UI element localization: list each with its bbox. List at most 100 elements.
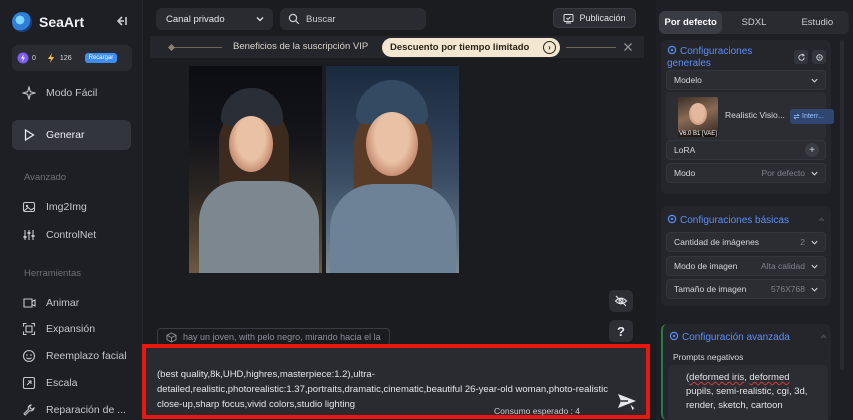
gear-icon — [669, 331, 679, 341]
generated-image-1[interactable] — [189, 66, 322, 273]
play-icon — [24, 128, 35, 142]
collapse-sidebar-icon[interactable] — [114, 14, 128, 28]
section-avanzado: Avanzado — [24, 172, 67, 183]
mode-value: Por defecto — [761, 168, 805, 178]
nav-label: Animar — [46, 297, 80, 309]
send-icon[interactable] — [615, 389, 639, 413]
nav-escala[interactable]: Escala — [12, 368, 131, 398]
model-card[interactable]: V6.0 B1 [VAE] Realistic Visio... Interr.… — [666, 92, 834, 140]
model-thumbnail: V6.0 B1 [VAE] — [678, 97, 718, 137]
refresh-button[interactable] — [794, 50, 808, 64]
gear-icon — [667, 214, 677, 224]
credits-box: 0 126 Recargar — [12, 45, 132, 71]
nav-expansion[interactable]: Expansión — [12, 314, 131, 344]
add-lora-icon[interactable]: + — [805, 143, 819, 157]
nav-label: Expansión — [46, 323, 96, 335]
right-panel-scrollbar[interactable] — [840, 40, 844, 370]
image-count-value: 2 — [800, 237, 805, 247]
vip-discount-button[interactable]: Descuento por tiempo limitado › — [382, 38, 560, 57]
sweater-shape — [330, 184, 456, 273]
recharge-button[interactable]: Recargar — [84, 53, 118, 63]
help-button[interactable]: ? — [609, 320, 633, 342]
nav-label: Generar — [46, 129, 85, 141]
model-version-tag: V6.0 B1 [VAE] — [678, 131, 718, 137]
publish-label: Publicación — [579, 13, 626, 23]
nav-controlnet[interactable]: ControlNet — [12, 220, 131, 250]
face-icon — [22, 349, 36, 363]
publish-button[interactable]: Publicación — [553, 8, 636, 28]
chevron-up-icon[interactable] — [819, 332, 828, 341]
vip-cta-label: Descuento por tiempo limitado — [390, 42, 530, 53]
chevron-down-icon — [256, 17, 264, 22]
model-name: Realistic Visio... — [725, 110, 785, 120]
vip-divider-left — [172, 47, 222, 48]
face-shape — [366, 112, 418, 176]
chevron-down-icon — [811, 171, 818, 176]
negative-prompt-input[interactable]: (deformed iris, deformed pupils, semi-re… — [668, 365, 828, 420]
image-mode-row[interactable]: Modo de imagen Alta calidad — [666, 256, 826, 276]
preset-tabs: Por defecto SDXL Estudio — [659, 11, 849, 34]
diamond-icon — [168, 44, 175, 51]
negative-prompt-text[interactable]: (deformed iris, deformed pupils, semi-re… — [686, 371, 816, 413]
advanced-title-text: Configuración avanzada — [682, 332, 790, 343]
model-header-row[interactable]: Modelo — [666, 70, 826, 90]
channel-select[interactable]: Canal privado — [156, 8, 273, 30]
settings-button[interactable] — [812, 50, 826, 64]
sweater-shape — [199, 181, 319, 273]
image-size-row[interactable]: Tamaño de imagen 576X768 — [666, 279, 826, 299]
scale-icon — [22, 376, 36, 390]
basic-settings-card: Configuraciones básicas Cantidad de imág… — [661, 206, 831, 306]
mode-row[interactable]: Modo Por defecto — [666, 163, 826, 183]
settings-gear-icon — [815, 53, 823, 61]
question-mark-icon: ? — [617, 323, 625, 339]
close-icon[interactable] — [622, 41, 634, 53]
general-title-text: Configuraciones generales — [667, 46, 753, 69]
advanced-settings-title[interactable]: Configuración avanzada — [669, 331, 790, 344]
tab-sdxl[interactable]: SDXL — [722, 11, 785, 34]
visibility-toggle-button[interactable] — [609, 290, 633, 312]
seaart-logo-icon — [12, 12, 32, 32]
general-settings-title[interactable]: Configuraciones generales — [667, 45, 782, 70]
nav-label: Reemplazo facial — [46, 350, 127, 362]
vip-text: Beneficios de la suscripción VIP — [233, 41, 369, 52]
animate-icon — [23, 298, 36, 308]
tab-por-defecto[interactable]: Por defecto — [659, 11, 723, 34]
prompt-input[interactable]: (best quality,8k,UHD,highres,masterpiece… — [142, 344, 650, 419]
section-herramientas: Herramientas — [24, 268, 82, 279]
brand-name: SeaArt — [39, 14, 85, 30]
nav-img2img[interactable]: Img2Img — [12, 192, 131, 222]
basic-title-text: Configuraciones básicas — [680, 215, 789, 226]
logo[interactable]: SeaArt — [12, 11, 132, 33]
image-icon — [22, 201, 36, 213]
model-badge-text: Interr... — [802, 113, 824, 120]
image-mode-label: Modo de imagen — [674, 261, 738, 271]
chevron-down-icon — [811, 287, 818, 292]
publish-icon — [563, 13, 574, 23]
search-icon — [288, 13, 300, 25]
nav-label: Modo Fácil — [46, 87, 98, 99]
model-interrogate-button[interactable]: Interr... — [790, 109, 834, 124]
left-sidebar: SeaArt 0 126 Recargar Modo Fácil Generar… — [0, 0, 143, 420]
generated-image-2[interactable] — [326, 66, 459, 273]
image-count-row[interactable]: Cantidad de imágenes 2 — [666, 232, 826, 252]
basic-settings-title[interactable]: Configuraciones básicas — [667, 214, 789, 227]
mode-label: Modo — [674, 168, 696, 178]
nav-reparacion[interactable]: Reparación de ... — [12, 395, 131, 420]
model-label: Modelo — [674, 75, 702, 85]
nav-modo-facil[interactable]: Modo Fácil — [12, 78, 131, 108]
nav-reemplazo-facial[interactable]: Reemplazo facial — [12, 341, 131, 371]
face-shape — [229, 116, 273, 172]
nav-generar[interactable]: Generar — [12, 120, 131, 150]
general-settings-card: Configuraciones generales Modelo V6.0 B1… — [661, 40, 834, 194]
lora-row[interactable]: LoRA + — [666, 140, 826, 160]
lightning-icon — [47, 53, 54, 63]
sliders-icon — [23, 230, 35, 240]
tab-estudio[interactable]: Estudio — [786, 11, 849, 34]
neg-rest: pupils, semi-realistic, cgi, 3d, render,… — [686, 386, 808, 411]
search-input[interactable]: Buscar — [280, 8, 426, 30]
chevron-up-icon[interactable] — [817, 215, 826, 224]
refresh-icon — [797, 53, 805, 61]
nav-label: Reparación de ... — [46, 404, 126, 416]
cube-icon — [166, 331, 177, 343]
image-mode-value: Alta calidad — [761, 261, 805, 271]
